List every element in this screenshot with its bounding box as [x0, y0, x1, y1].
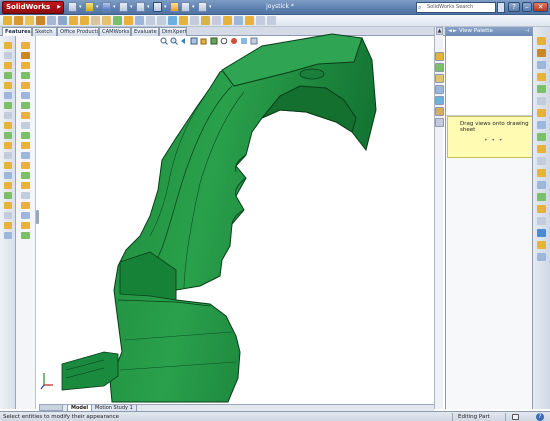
right-tool-14-icon[interactable] [537, 193, 546, 201]
status-mode: Editing Part [458, 414, 490, 420]
view-palette-tab-icon[interactable] [435, 96, 444, 105]
view-palette-content[interactable] [446, 36, 533, 116]
file-explorer-tab-icon[interactable] [435, 74, 444, 83]
status-bar: Select entities to modify their appearan… [0, 411, 550, 421]
minimize-icon[interactable]: – [522, 2, 532, 12]
right-tool-9-icon[interactable] [537, 133, 546, 141]
right-tool-1-icon[interactable] [537, 37, 546, 45]
coordinate-triad-icon [40, 373, 53, 390]
help-icon[interactable]: ? [508, 2, 520, 12]
scroll-up-arrow-icon[interactable]: ▲ [436, 27, 443, 35]
view-palette-dots: • • • [484, 137, 504, 144]
right-tool-17-icon[interactable] [537, 229, 546, 237]
design-library-tab-icon[interactable] [435, 63, 444, 72]
right-tool-7-icon[interactable] [537, 109, 546, 117]
status-separator-2 [505, 413, 506, 421]
horizontal-scroll-thumb[interactable] [39, 404, 63, 411]
bottom-connector [61, 351, 119, 391]
search-tab-icon[interactable] [435, 85, 444, 94]
right-tool-4-icon[interactable] [537, 73, 546, 81]
right-tool-15-icon[interactable] [537, 205, 546, 213]
right-toolbar [532, 27, 550, 409]
pin-icon[interactable]: ⊣ [525, 28, 529, 35]
status-message: Select entities to modify their appearan… [3, 414, 120, 420]
appearances-tab-icon[interactable] [435, 107, 444, 116]
right-tool-10-icon[interactable] [537, 145, 546, 153]
right-tool-12-icon[interactable] [537, 169, 546, 177]
custom-properties-tab-icon[interactable] [435, 118, 444, 127]
right-tool-11-icon[interactable] [537, 157, 546, 165]
right-tool-6-icon[interactable] [537, 97, 546, 105]
rebuild-status-icon[interactable] [512, 414, 519, 420]
quick-tips-help-icon[interactable]: ? [536, 413, 544, 421]
bottom-tab-bar: Model Motion Study 1 [39, 404, 434, 412]
handle-body [109, 35, 377, 403]
joystick-3d-model[interactable] [0, 0, 434, 404]
right-tool-8-icon[interactable] [537, 121, 546, 129]
view-palette-hint: Drag views onto drawing sheet • • • [447, 116, 533, 158]
right-tool-5-icon[interactable] [537, 85, 546, 93]
right-tool-2-icon[interactable] [537, 49, 546, 57]
view-palette-hint-text: Drag views onto drawing sheet [460, 121, 529, 133]
view-palette-title-text: View Palette [459, 28, 493, 34]
solidworks-resources-tab-icon[interactable] [435, 52, 444, 61]
right-tool-16-icon[interactable] [537, 217, 546, 225]
right-tool-13-icon[interactable] [537, 181, 546, 189]
right-tool-19-icon[interactable] [537, 253, 546, 261]
back-arrow-icon[interactable]: ◄ [448, 28, 452, 35]
right-tool-3-icon[interactable] [537, 61, 546, 69]
forward-arrow-icon[interactable]: ► [453, 28, 457, 35]
search-dropdown-button[interactable] [497, 2, 505, 13]
close-icon[interactable]: ✕ [533, 2, 548, 12]
view-palette-panel: ◄ ► View Palette ⊣ Drag views onto drawi… [445, 27, 533, 409]
thumb-button [299, 68, 325, 80]
right-tool-18-icon[interactable] [537, 241, 546, 249]
status-separator [452, 413, 453, 421]
view-palette-title: ◄ ► View Palette ⊣ [446, 27, 533, 36]
